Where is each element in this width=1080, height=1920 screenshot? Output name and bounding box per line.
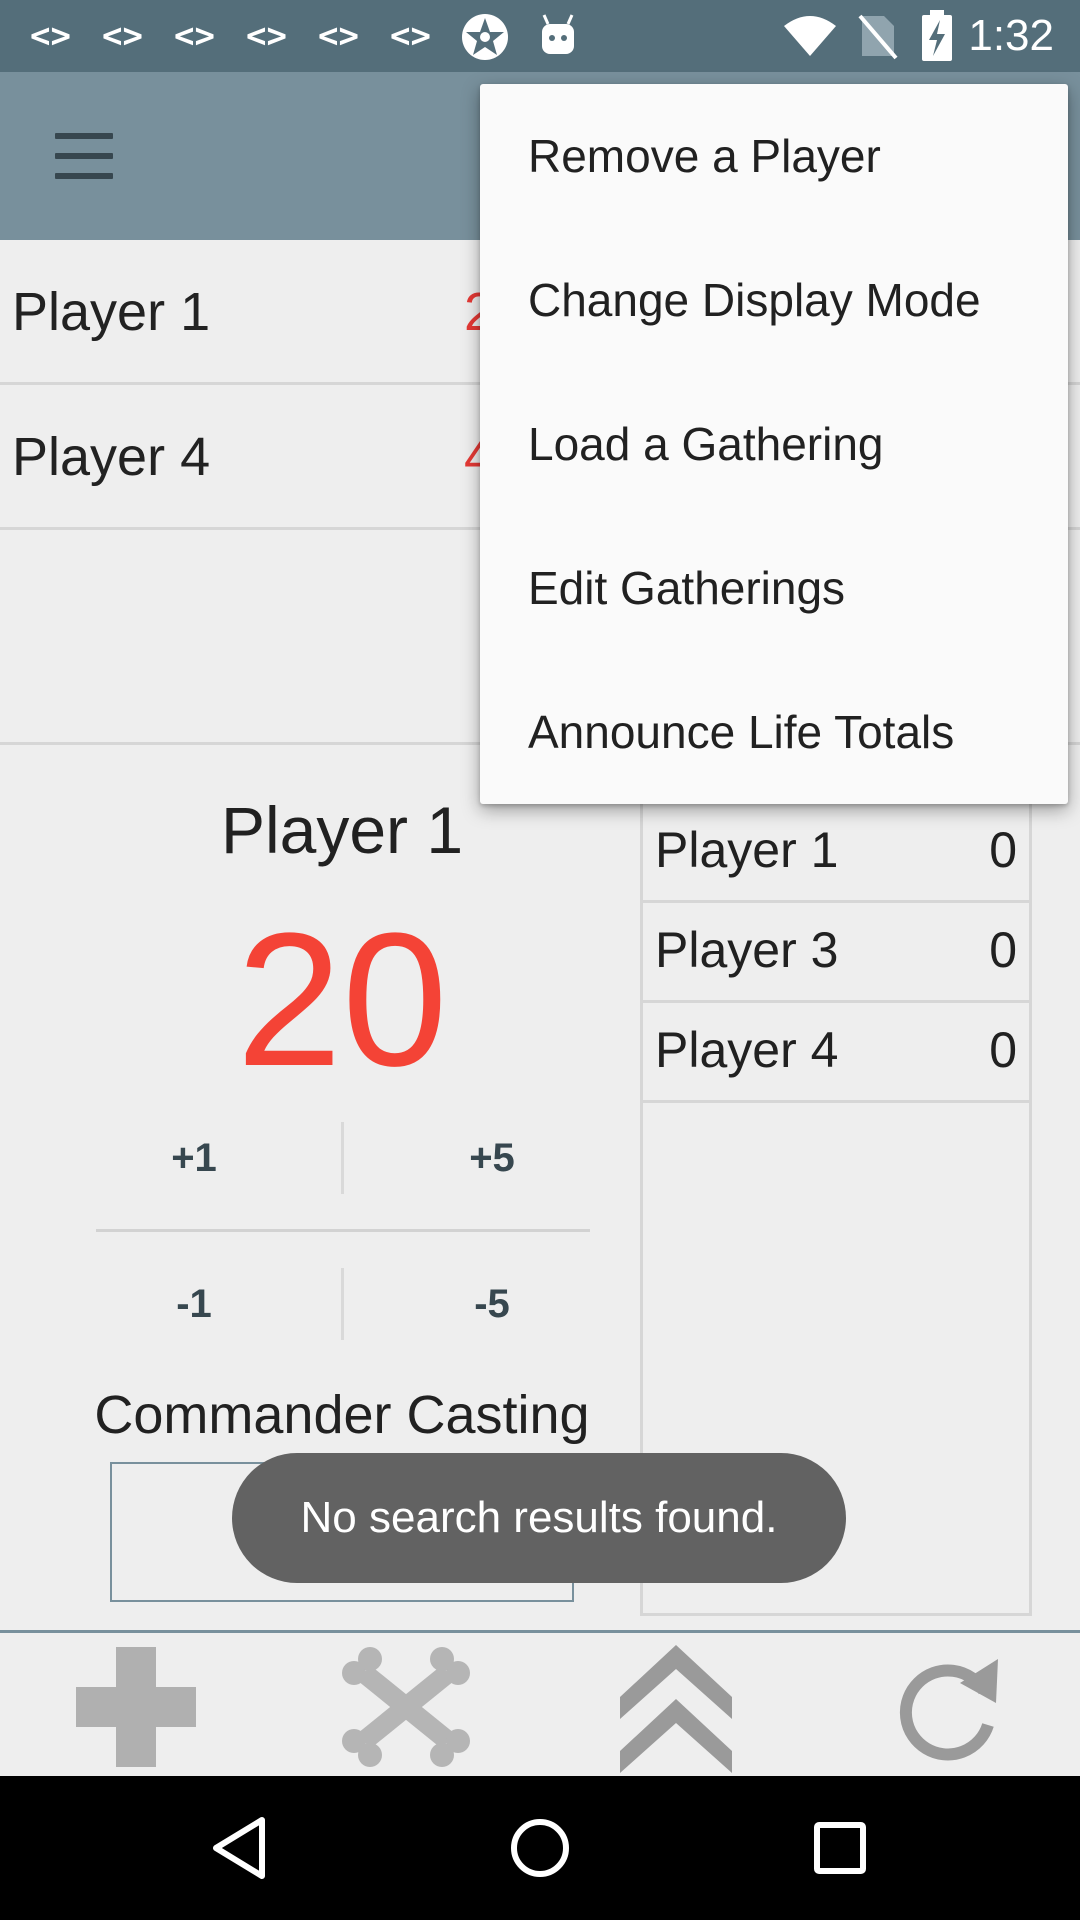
commander-damage-name: Player 3 xyxy=(655,922,839,978)
back-icon[interactable] xyxy=(190,1798,290,1898)
code-icon: <> xyxy=(174,16,215,56)
add-player-icon[interactable] xyxy=(66,1639,206,1775)
recents-icon[interactable] xyxy=(790,1798,890,1898)
commander-damage-row[interactable]: Player 4 0 xyxy=(643,1000,1029,1103)
commander-damage-value: 0 xyxy=(989,922,1017,978)
divider xyxy=(341,1122,344,1194)
player-name: Player 1 xyxy=(12,282,211,342)
code-icon: <> xyxy=(102,16,143,56)
commander-casting-label: Commander Casting xyxy=(94,1385,590,1445)
code-icon: <> xyxy=(30,16,71,56)
home-icon[interactable] xyxy=(490,1798,590,1898)
bottom-toolbar xyxy=(0,1630,1080,1776)
plus-five-button[interactable]: +5 xyxy=(372,1108,612,1208)
menu-item-label: Announce Life Totals xyxy=(528,706,955,758)
wifi-icon xyxy=(784,16,836,56)
hamburger-menu-icon[interactable] xyxy=(40,124,130,188)
battery-charging-icon xyxy=(922,10,952,61)
navigation-bar xyxy=(0,1776,1080,1920)
commander-damage-value: 0 xyxy=(989,822,1017,878)
divider xyxy=(96,1229,590,1232)
no-sim-icon xyxy=(858,14,898,60)
menu-item-change-display-mode[interactable]: Change Display Mode xyxy=(480,228,1068,372)
menu-item-load-gathering[interactable]: Load a Gathering xyxy=(480,372,1068,516)
android-icon xyxy=(542,14,574,54)
menu-item-label: Remove a Player xyxy=(528,130,881,182)
menu-item-label: Load a Gathering xyxy=(528,418,884,470)
commander-damage-name: Player 1 xyxy=(655,822,839,878)
minus-five-button[interactable]: -5 xyxy=(372,1254,612,1354)
player-name: Player 4 xyxy=(12,427,211,487)
commander-damage-value: 0 xyxy=(989,1022,1017,1078)
divider xyxy=(341,1268,344,1340)
clock: 1:32 xyxy=(968,11,1054,60)
double-chevron-up-icon[interactable] xyxy=(606,1639,746,1775)
menu-item-edit-gatherings[interactable]: Edit Gatherings xyxy=(480,516,1068,660)
menu-item-remove-player[interactable]: Remove a Player xyxy=(480,84,1068,228)
star-badge-icon xyxy=(462,14,508,60)
commander-damage-row[interactable]: Player 3 0 xyxy=(643,900,1029,1003)
toast-message: No search results found. xyxy=(232,1453,846,1583)
code-icon: <> xyxy=(318,16,359,56)
plus-one-button[interactable]: +1 xyxy=(74,1108,314,1208)
menu-item-announce-life-totals[interactable]: Announce Life Totals xyxy=(480,660,1068,804)
refresh-icon[interactable] xyxy=(876,1639,1016,1775)
code-icon: <> xyxy=(390,16,431,56)
overflow-menu: Remove a Player Change Display Mode Load… xyxy=(480,84,1068,804)
crossbones-icon[interactable] xyxy=(336,1639,476,1775)
commander-damage-name: Player 4 xyxy=(655,1022,839,1078)
minus-one-button[interactable]: -1 xyxy=(74,1254,314,1354)
menu-item-label: Change Display Mode xyxy=(528,274,981,326)
status-bar: <> <> <> <> <> <> 1:32 xyxy=(0,0,1080,72)
code-icon: <> xyxy=(246,16,287,56)
menu-item-label: Edit Gatherings xyxy=(528,562,846,614)
life-total[interactable]: 20 xyxy=(0,900,684,1100)
commander-damage-row[interactable]: Player 1 0 xyxy=(643,800,1029,903)
